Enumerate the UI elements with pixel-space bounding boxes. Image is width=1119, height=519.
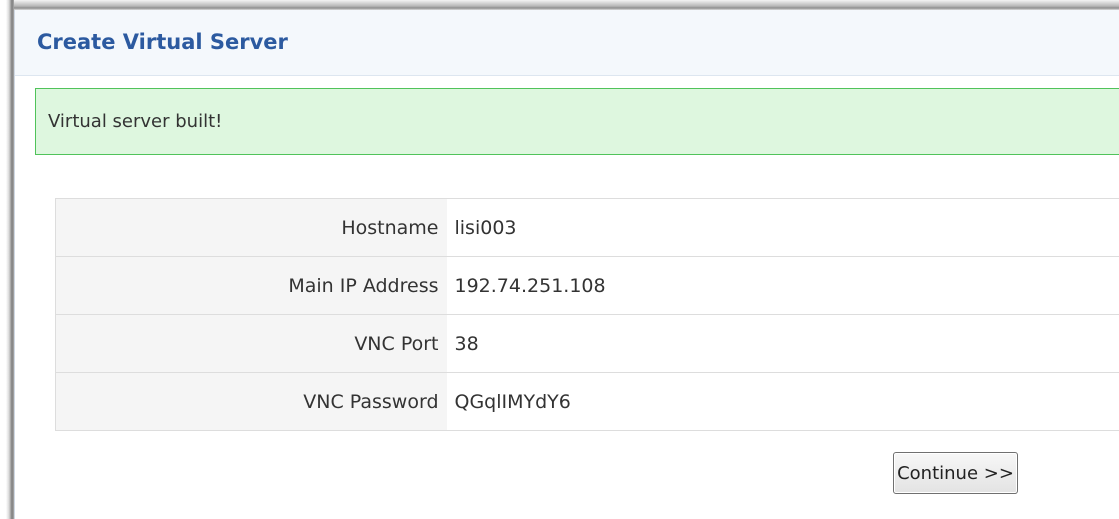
vnc-port-value: 38	[446, 314, 1119, 373]
main-ip-value: 192.74.251.108	[446, 256, 1119, 315]
vnc-port-label: VNC Port	[55, 314, 447, 373]
success-alert: Virtual server built!	[35, 88, 1119, 155]
server-details-table: Hostname lisi003 Main IP Address 192.74.…	[55, 198, 1119, 431]
window-left-edge	[0, 0, 14, 519]
table-row: Main IP Address 192.74.251.108	[55, 256, 1119, 315]
success-message: Virtual server built!	[48, 111, 223, 132]
hostname-value: lisi003	[446, 198, 1119, 257]
main-ip-label: Main IP Address	[55, 256, 447, 315]
table-row: VNC Password QGqlIMYdY6	[55, 372, 1119, 431]
vnc-password-label: VNC Password	[55, 372, 447, 431]
continue-button[interactable]: Continue >>	[893, 452, 1018, 494]
page-title: Create Virtual Server	[37, 30, 288, 54]
table-row: Hostname lisi003	[55, 198, 1119, 257]
table-row: VNC Port 38	[55, 314, 1119, 373]
hostname-label: Hostname	[55, 198, 447, 257]
window-top-edge	[14, 0, 1119, 10]
vnc-password-value: QGqlIMYdY6	[446, 372, 1119, 431]
panel-header: Create Virtual Server	[15, 10, 1119, 76]
